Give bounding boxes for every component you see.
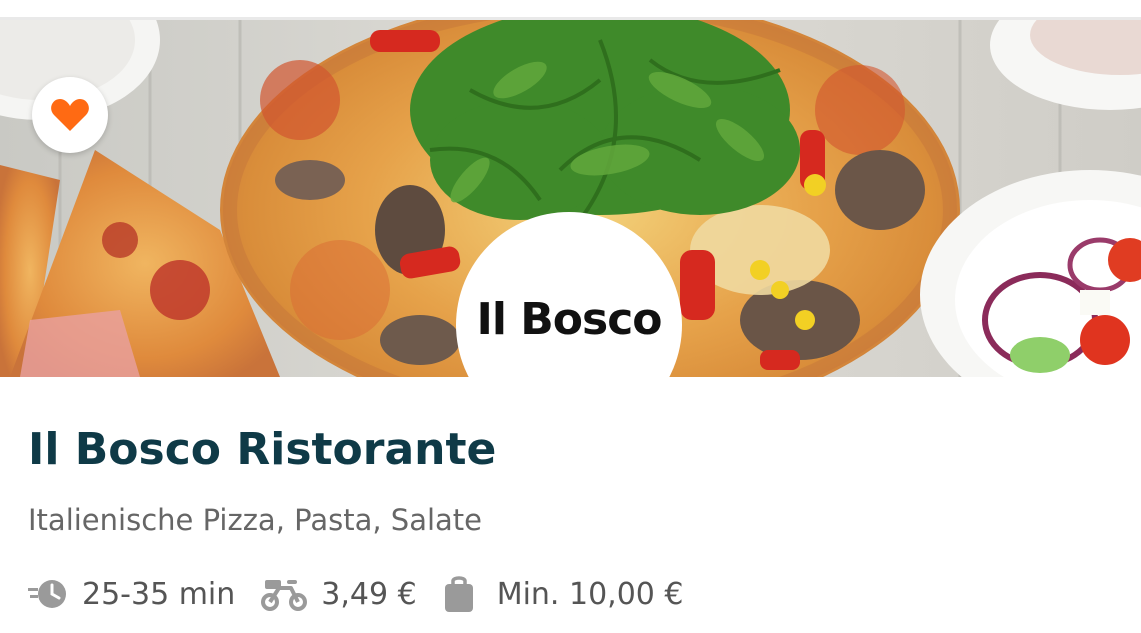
clock-icon xyxy=(28,576,68,612)
minimum-order-text: Min. 10,00 € xyxy=(496,576,684,612)
favorite-button[interactable] xyxy=(32,77,108,153)
restaurant-logo: Il Bosco xyxy=(456,212,682,438)
scooter-icon xyxy=(261,576,308,612)
delivery-info: 25-35 min 3,49 € Min. 10,00 € xyxy=(28,572,684,616)
restaurant-card[interactable]: Il Bosco Il Bosco Ristorante Italienisch… xyxy=(0,0,1141,633)
delivery-time: 25-35 min xyxy=(28,576,235,612)
top-divider xyxy=(0,0,1141,20)
heart-icon xyxy=(50,97,90,133)
minimum-order: Min. 10,00 € xyxy=(443,575,684,613)
delivery-fee: 3,49 € xyxy=(261,576,417,612)
delivery-time-text: 25-35 min xyxy=(82,576,236,612)
cuisine-tags: Italienische Pizza, Pasta, Salate xyxy=(28,503,483,537)
restaurant-name[interactable]: Il Bosco Ristorante xyxy=(28,420,496,480)
delivery-fee-text: 3,49 € xyxy=(321,576,417,612)
logo-text: Il Bosco xyxy=(476,294,662,345)
bag-icon xyxy=(443,575,475,613)
